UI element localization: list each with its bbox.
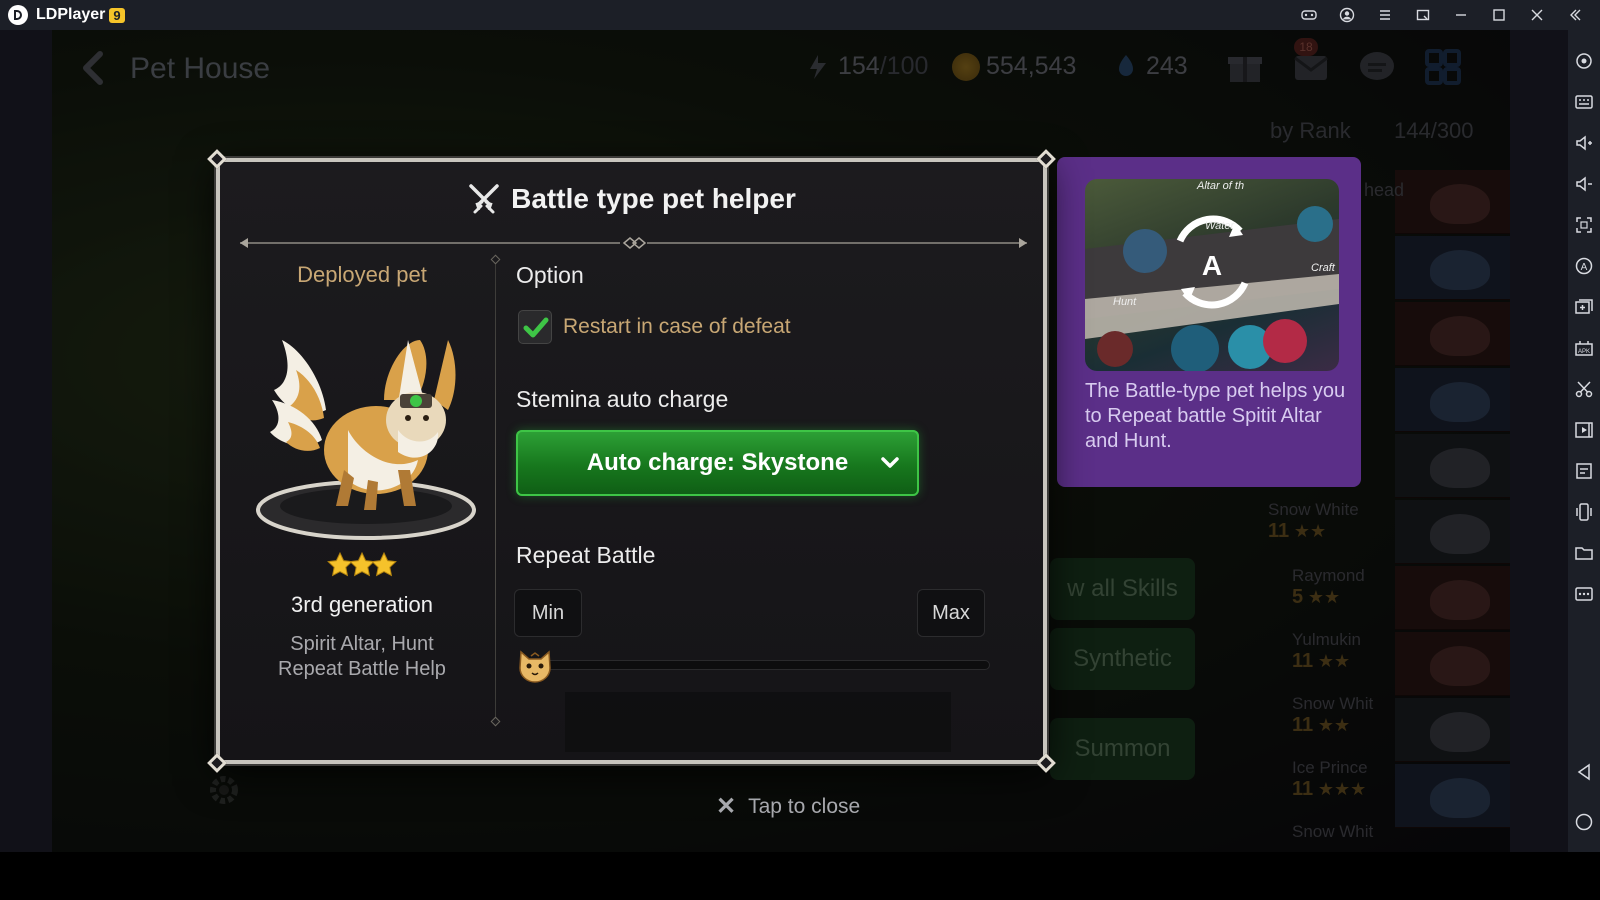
pet-description-line: Repeat Battle Help (278, 658, 446, 680)
separator-cap (490, 254, 501, 265)
max-button[interactable]: Max (917, 589, 985, 637)
slider-shadow (565, 692, 951, 752)
deployed-pet-label: Deployed pet (297, 262, 427, 287)
emulator-sidebar: A APK (1568, 30, 1600, 852)
keyboard-icon[interactable] (1568, 81, 1600, 122)
window-icon[interactable] (1404, 0, 1442, 30)
tap-to-close[interactable]: ✕ Tap to close (716, 792, 860, 821)
modal-title: Battle type pet helper (220, 182, 1043, 216)
sync-icon[interactable] (1568, 450, 1600, 491)
info-thumb-badge: A (1202, 250, 1222, 281)
title-divider (240, 237, 1027, 249)
chevron-down-icon (881, 457, 899, 468)
screenshot-icon[interactable] (1568, 204, 1600, 245)
info-text: The Battle-type pet helps you to Repeat … (1085, 380, 1346, 452)
menu-icon[interactable] (1366, 0, 1404, 30)
pet-generation: 3rd generation (291, 592, 433, 617)
restart-checkbox[interactable] (518, 310, 552, 344)
title-controls (1290, 0, 1594, 30)
ldplayer-logo (8, 5, 28, 25)
min-button[interactable]: Min (514, 589, 582, 637)
restart-checkbox-label[interactable]: Restart in case of defeat (563, 315, 791, 339)
apk-icon[interactable]: APK (1568, 327, 1600, 368)
collapse-icon[interactable] (1556, 0, 1594, 30)
nav-back-icon[interactable] (1568, 752, 1600, 792)
pet-description-line: Spirit Altar, Hunt (290, 633, 434, 655)
app-title: LDPlayer (36, 6, 106, 23)
version-badge: 9 (109, 7, 125, 23)
cat-face-icon[interactable] (516, 646, 554, 684)
repeat-battle-heading: Repeat Battle (516, 542, 656, 568)
volume-up-icon[interactable] (1568, 122, 1600, 163)
more-icon[interactable] (1568, 573, 1600, 614)
record-icon[interactable] (1568, 409, 1600, 450)
pet-helper-modal: Battle type pet helper Deployed pet 3rd … (207, 149, 1056, 773)
column-separator (495, 260, 496, 722)
auto-charge-dropdown[interactable]: Auto charge: Skystone (516, 430, 919, 496)
scissors-icon[interactable] (1568, 368, 1600, 409)
macro-icon[interactable]: A (1568, 245, 1600, 286)
letterbox-left (0, 30, 52, 852)
info-thumb-top-label: Altar of th (1196, 180, 1244, 192)
stamina-heading: Stemina auto charge (516, 386, 729, 412)
option-heading: Option (516, 262, 584, 288)
account-icon[interactable] (1328, 0, 1366, 30)
pet-description: Spirit Altar, Hunt Repeat Battle Help (250, 632, 474, 682)
multi-instance-icon[interactable] (1568, 286, 1600, 327)
info-panel: A Altar of th Water Hunt Craft The Battl… (1057, 157, 1361, 487)
crossed-swords-icon (469, 184, 499, 214)
game-viewport[interactable]: Pet House 154/100 554,543 243 18 by Rank… (0, 30, 1568, 852)
auto-charge-value: Auto charge: Skystone (586, 449, 849, 476)
modal-title-text: Battle type pet helper (511, 183, 796, 214)
volume-down-icon[interactable] (1568, 163, 1600, 204)
info-thumb-middle-label: Water (1205, 220, 1235, 232)
minimize-icon[interactable] (1442, 0, 1480, 30)
window-titlebar: LDPlayer 9 (0, 0, 1600, 30)
repeat-slider-track[interactable] (540, 660, 990, 670)
settings-icon[interactable] (1568, 40, 1600, 81)
info-thumbnail: A Altar of th Water Hunt Craft (1085, 179, 1339, 371)
letterbox-right (1510, 30, 1568, 852)
info-thumb-left-label: Hunt (1113, 296, 1137, 308)
pet-image (256, 340, 476, 540)
star-icon (371, 551, 397, 577)
shake-icon[interactable] (1568, 491, 1600, 532)
maximize-icon[interactable] (1480, 0, 1518, 30)
pet-stars (250, 551, 474, 583)
bottom-letterbox (0, 852, 1600, 900)
gamepad-icon[interactable] (1290, 0, 1328, 30)
close-icon[interactable] (1518, 0, 1556, 30)
info-thumb-right-label: Craft (1311, 262, 1336, 274)
svg-text:A: A (1581, 262, 1588, 273)
separator-cap (490, 716, 501, 727)
folder-icon[interactable] (1568, 532, 1600, 573)
nav-home-icon[interactable] (1568, 802, 1600, 842)
tap-to-close-label: Tap to close (748, 794, 861, 818)
close-x-icon: ✕ (716, 793, 737, 820)
svg-text:APK: APK (1578, 349, 1590, 355)
checkmark-icon (523, 317, 549, 338)
